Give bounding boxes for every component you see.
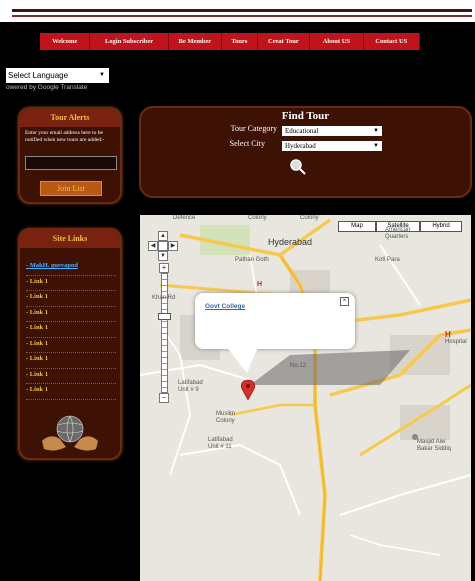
map-label-latifabad-9: Latifabad Unit # 9 xyxy=(178,380,203,393)
main-nav: Welcome Login Subscriber Be Member Tours… xyxy=(40,33,420,50)
info-window-title[interactable]: Govt College xyxy=(205,303,245,310)
nav-welcome[interactable]: Welcome xyxy=(40,33,91,50)
map-label-american-quarters: American Quarters xyxy=(385,227,411,240)
map-label-khan-rd: Khan Rd xyxy=(152,295,176,301)
map-label-muslim-colony: Muslim Colony xyxy=(216,411,235,424)
chevron-down-icon: ▼ xyxy=(99,72,105,78)
zoom-slider[interactable] xyxy=(161,273,168,393)
find-tour-panel: Find Tour Tour Category Educational ▼ Se… xyxy=(139,106,472,198)
search-icon[interactable] xyxy=(289,158,307,176)
map-label-latifabad-11: Latifabad Unit # 11 xyxy=(208,437,233,450)
tour-category-select[interactable]: Educational ▼ xyxy=(282,126,382,136)
pan-center-icon[interactable] xyxy=(158,241,168,251)
map-label-koti-para: Koti Para xyxy=(375,257,400,263)
map-label-colony: Colony xyxy=(300,215,319,221)
site-links-list: - MakH. guevapod - Link 1 - Link 1 - Lin… xyxy=(26,260,116,400)
nav-login-subscriber[interactable]: Login Subscriber xyxy=(90,33,169,50)
header-divider xyxy=(12,9,472,12)
select-city-select[interactable]: Hyderabad ▼ xyxy=(282,141,382,151)
map-label-masjid: Masjid Aiw Bakar Siddiq xyxy=(417,439,452,452)
site-link-item[interactable]: - Link 1 xyxy=(26,353,116,369)
map-info-window: Govt College × xyxy=(195,293,355,349)
globe-hands-icon xyxy=(42,415,98,451)
tour-category-value: Educational xyxy=(285,127,319,135)
tour-category-label: Tour Category xyxy=(230,124,277,133)
nav-about-us[interactable]: About US xyxy=(310,33,364,50)
svg-text:H: H xyxy=(257,281,262,288)
language-select[interactable]: Select Language ▼ xyxy=(6,68,109,83)
nav-tours[interactable]: Tours xyxy=(222,33,258,50)
map-type-map[interactable]: Map xyxy=(338,221,376,232)
map-label-colony: Colony xyxy=(248,215,267,221)
map-label-hospital: Hospital xyxy=(445,339,467,345)
pan-up-icon[interactable]: ▲ xyxy=(158,231,168,241)
site-link-item[interactable]: - Link 1 xyxy=(26,384,116,400)
header-divider-thin xyxy=(12,15,472,17)
close-icon[interactable]: × xyxy=(340,297,349,306)
map-label-hyderabad: Hyderabad xyxy=(268,237,313,247)
zoom-out-button[interactable]: − xyxy=(159,393,169,403)
site-links-title: Site Links xyxy=(20,230,120,248)
site-link-item[interactable]: - Link 1 xyxy=(26,369,116,384)
tour-alerts-title: Tour Alerts xyxy=(20,109,120,127)
site-links-panel: Site Links - MakH. guevapod - Link 1 - L… xyxy=(18,228,122,460)
site-link-item[interactable]: - Link 1 xyxy=(26,338,116,353)
chevron-down-icon: ▼ xyxy=(373,128,379,134)
site-link-item[interactable]: - Link 1 xyxy=(26,307,116,322)
chevron-down-icon: ▼ xyxy=(373,143,379,149)
svg-text:H: H xyxy=(445,330,451,339)
pan-right-icon[interactable]: ▶ xyxy=(168,241,178,251)
nav-be-member[interactable]: Be Member xyxy=(168,33,223,50)
powered-by-translate: owered by Google Translate xyxy=(6,84,88,91)
map-label-defence: Defence xyxy=(173,215,196,221)
select-city-label: Select City xyxy=(229,139,265,148)
zoom-in-button[interactable]: + xyxy=(159,263,169,273)
map-canvas: H H xyxy=(140,215,471,581)
nav-contact-us[interactable]: Contact US xyxy=(363,33,420,50)
info-window-tail xyxy=(225,345,259,373)
google-map[interactable]: H H ▲ ◀ ▶ ▼ + − Map Satellite Hybrid Hyd… xyxy=(140,215,471,581)
site-link-item[interactable]: - Link 1 xyxy=(26,276,116,291)
map-pan-control[interactable]: ▲ ◀ ▶ ▼ xyxy=(146,231,182,267)
map-label-no12: No.12 xyxy=(290,363,307,369)
site-link-item[interactable]: - Link 1 xyxy=(26,291,116,307)
site-link-item[interactable]: - Link 1 xyxy=(26,322,116,338)
tour-alerts-description: Enter your email address here to be noti… xyxy=(25,130,105,143)
nav-creat-tour[interactable]: Creat Tour xyxy=(257,33,311,50)
find-tour-title: Find Tour xyxy=(281,110,330,122)
map-label-pathan-goth: Pathan Goth xyxy=(235,257,269,263)
site-link-item[interactable]: - MakH. guevapod xyxy=(26,260,116,276)
top-header-band xyxy=(0,0,475,22)
pan-down-icon[interactable]: ▼ xyxy=(158,251,168,261)
join-list-button[interactable]: Join List xyxy=(40,181,102,196)
email-field[interactable] xyxy=(25,156,117,170)
language-select-value: Select Language xyxy=(8,71,69,80)
pan-left-icon[interactable]: ◀ xyxy=(148,241,158,251)
select-city-value: Hyderabad xyxy=(285,142,316,150)
zoom-slider-handle[interactable] xyxy=(158,313,171,320)
tour-alerts-panel: Tour Alerts Enter your email address her… xyxy=(18,107,122,204)
